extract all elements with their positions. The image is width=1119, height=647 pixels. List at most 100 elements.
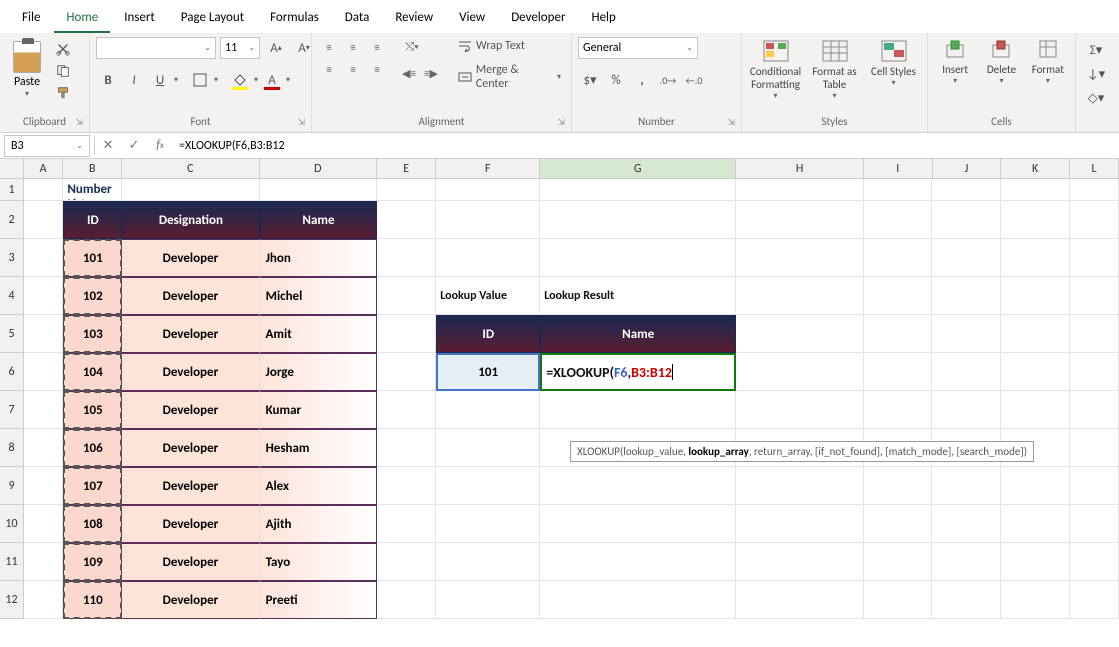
cell[interactable]: [377, 353, 436, 391]
cell[interactable]: [864, 505, 933, 543]
underline-button[interactable]: U: [148, 69, 172, 91]
align-middle-button[interactable]: ≡: [342, 37, 364, 57]
cell[interactable]: [377, 543, 436, 581]
row-header-4[interactable]: 4: [0, 277, 24, 315]
cell[interactable]: [1001, 543, 1070, 581]
cell[interactable]: [377, 429, 436, 467]
cell[interactable]: [24, 505, 63, 543]
borders-button[interactable]: [188, 69, 212, 91]
cell[interactable]: [1070, 277, 1119, 315]
menu-home[interactable]: Home: [54, 4, 110, 33]
conditional-formatting-button[interactable]: Conditional Formatting▾: [748, 37, 803, 101]
cell[interactable]: Developer: [122, 391, 259, 429]
font-family-select[interactable]: ⌄: [96, 37, 216, 59]
bold-button[interactable]: B: [96, 69, 120, 91]
comma-button[interactable]: ,: [630, 69, 654, 91]
row-header-7[interactable]: 7: [0, 391, 24, 429]
formula-input[interactable]: =XLOOKUP(F6,B3:B12: [173, 139, 1119, 153]
cut-button[interactable]: [52, 39, 74, 59]
cell[interactable]: 102: [63, 277, 122, 315]
cell[interactable]: [1070, 581, 1119, 619]
cell[interactable]: Alex: [260, 467, 378, 505]
worksheet[interactable]: ABCDEFGHIJKL 123456789101112 Mobile Numb…: [0, 159, 1119, 647]
wrap-text-button[interactable]: Wrap Text: [454, 37, 565, 55]
cell[interactable]: [932, 505, 1001, 543]
name-box[interactable]: B3⌄: [4, 135, 90, 157]
cell[interactable]: [864, 315, 933, 353]
menu-file[interactable]: File: [10, 4, 52, 33]
cell[interactable]: [24, 467, 63, 505]
percent-button[interactable]: %: [604, 69, 628, 91]
increase-indent-button[interactable]: ≡▶: [420, 63, 442, 83]
cell[interactable]: [932, 179, 1001, 201]
cell[interactable]: Preeti: [260, 581, 378, 619]
insert-function-button[interactable]: fx: [147, 138, 173, 153]
cell[interactable]: [540, 543, 736, 581]
cell[interactable]: [1070, 179, 1119, 201]
row-header-3[interactable]: 3: [0, 239, 24, 277]
orientation-button[interactable]: ⤭▾: [398, 37, 426, 57]
cell[interactable]: [1070, 239, 1119, 277]
increase-decimal-button[interactable]: .0→: [656, 69, 680, 91]
cell[interactable]: [864, 179, 933, 201]
format-button[interactable]: Format▾: [1027, 37, 1069, 86]
cell[interactable]: [1001, 467, 1070, 505]
cell[interactable]: [540, 391, 736, 429]
cell[interactable]: [377, 391, 436, 429]
cell[interactable]: [736, 315, 863, 353]
col-header-K[interactable]: K: [1001, 159, 1070, 178]
cell[interactable]: Tayo: [260, 543, 378, 581]
cell[interactable]: [24, 581, 63, 619]
cell[interactable]: [540, 239, 736, 277]
cell[interactable]: [436, 543, 540, 581]
copy-button[interactable]: [52, 61, 74, 81]
row-header-11[interactable]: 11: [0, 543, 24, 581]
cell[interactable]: [736, 505, 863, 543]
col-header-E[interactable]: E: [377, 159, 436, 178]
cell[interactable]: [436, 239, 540, 277]
cell[interactable]: [377, 467, 436, 505]
cell[interactable]: [864, 391, 933, 429]
cell[interactable]: 105: [63, 391, 122, 429]
cell[interactable]: [1070, 505, 1119, 543]
cell[interactable]: [1001, 201, 1070, 239]
italic-button[interactable]: I: [122, 69, 146, 91]
cell[interactable]: [24, 239, 63, 277]
cell[interactable]: [736, 467, 863, 505]
select-all-corner[interactable]: [0, 159, 24, 179]
row-header-6[interactable]: 6: [0, 353, 24, 391]
cell[interactable]: [1001, 505, 1070, 543]
align-right-button[interactable]: ≡: [366, 59, 388, 79]
cell[interactable]: [540, 201, 736, 239]
increase-font-button[interactable]: A▴: [264, 37, 288, 59]
merge-center-button[interactable]: Merge & Center ▾: [454, 61, 565, 93]
cell[interactable]: [1001, 179, 1070, 201]
col-header-H[interactable]: H: [736, 159, 864, 178]
cell[interactable]: [436, 505, 540, 543]
row-header-5[interactable]: 5: [0, 315, 24, 353]
cell[interactable]: [932, 581, 1001, 619]
cell[interactable]: [736, 543, 863, 581]
cell[interactable]: [1001, 353, 1070, 391]
menu-data[interactable]: Data: [333, 4, 382, 33]
cell[interactable]: [1001, 391, 1070, 429]
cell[interactable]: Developer: [122, 429, 259, 467]
cell[interactable]: [377, 315, 436, 353]
cell[interactable]: Lookup Value: [436, 277, 540, 315]
cell[interactable]: 108: [63, 505, 122, 543]
cell[interactable]: [736, 201, 863, 239]
menu-developer[interactable]: Developer: [499, 4, 577, 33]
cell[interactable]: [436, 467, 540, 505]
cell[interactable]: [864, 581, 933, 619]
cell[interactable]: [1001, 581, 1070, 619]
format-as-table-button[interactable]: Format as Table▾: [807, 37, 862, 101]
cell[interactable]: Developer: [122, 543, 259, 581]
cell[interactable]: 109: [63, 543, 122, 581]
cell[interactable]: [736, 353, 863, 391]
cell[interactable]: [1070, 467, 1119, 505]
cell[interactable]: [932, 239, 1001, 277]
col-header-A[interactable]: A: [24, 159, 63, 178]
cell[interactable]: [377, 277, 436, 315]
col-header-J[interactable]: J: [933, 159, 1002, 178]
cell[interactable]: [540, 179, 736, 201]
